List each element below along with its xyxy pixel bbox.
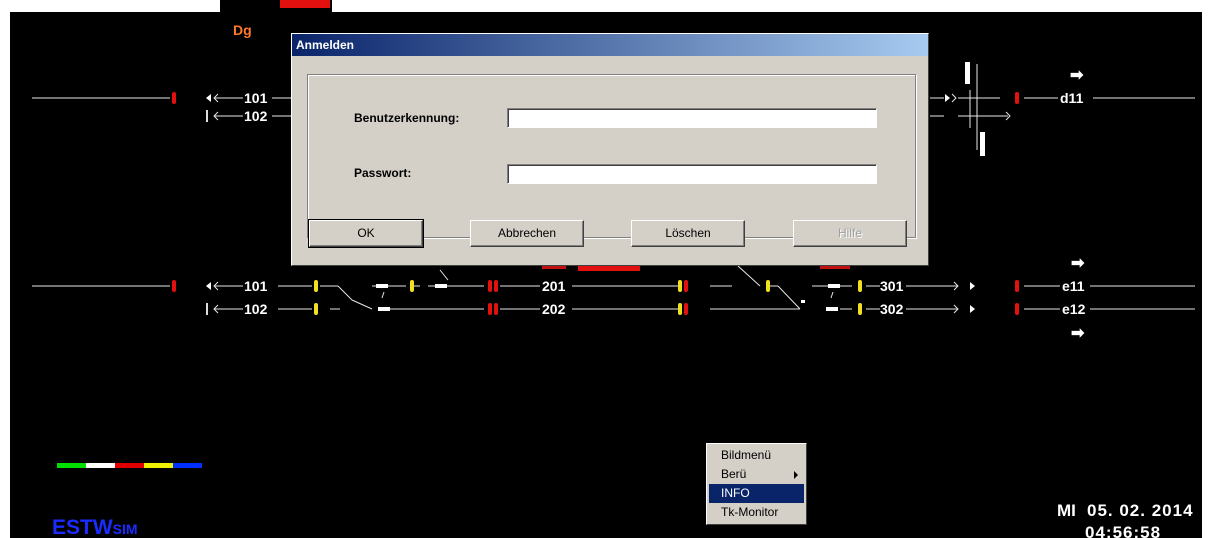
username-input[interactable] <box>507 108 877 128</box>
username-label: Benutzerkennung: <box>354 111 460 125</box>
credentials-group <box>307 74 916 238</box>
menu-item-berue[interactable]: Berü <box>709 465 804 484</box>
password-input[interactable] <box>507 164 877 184</box>
cancel-button[interactable]: Abbrechen <box>470 220 584 247</box>
submenu-arrow-icon <box>794 471 798 479</box>
ok-button[interactable]: OK <box>308 219 424 248</box>
menu-item-tk-monitor[interactable]: Tk-Monitor <box>709 503 804 522</box>
menu-item-info[interactable]: INFO <box>709 484 804 503</box>
context-menu: Bildmenü Berü INFO Tk-Monitor <box>706 443 807 525</box>
password-label: Passwort: <box>354 166 412 180</box>
clear-button[interactable]: Löschen <box>631 220 745 247</box>
login-dialog: Anmelden Benutzerkennung: Passwort: OK A… <box>291 33 929 266</box>
help-button[interactable]: Hilfe <box>793 220 907 247</box>
menu-item-bildmenue[interactable]: Bildmenü <box>709 446 804 465</box>
dialog-title: Anmelden <box>292 34 928 56</box>
